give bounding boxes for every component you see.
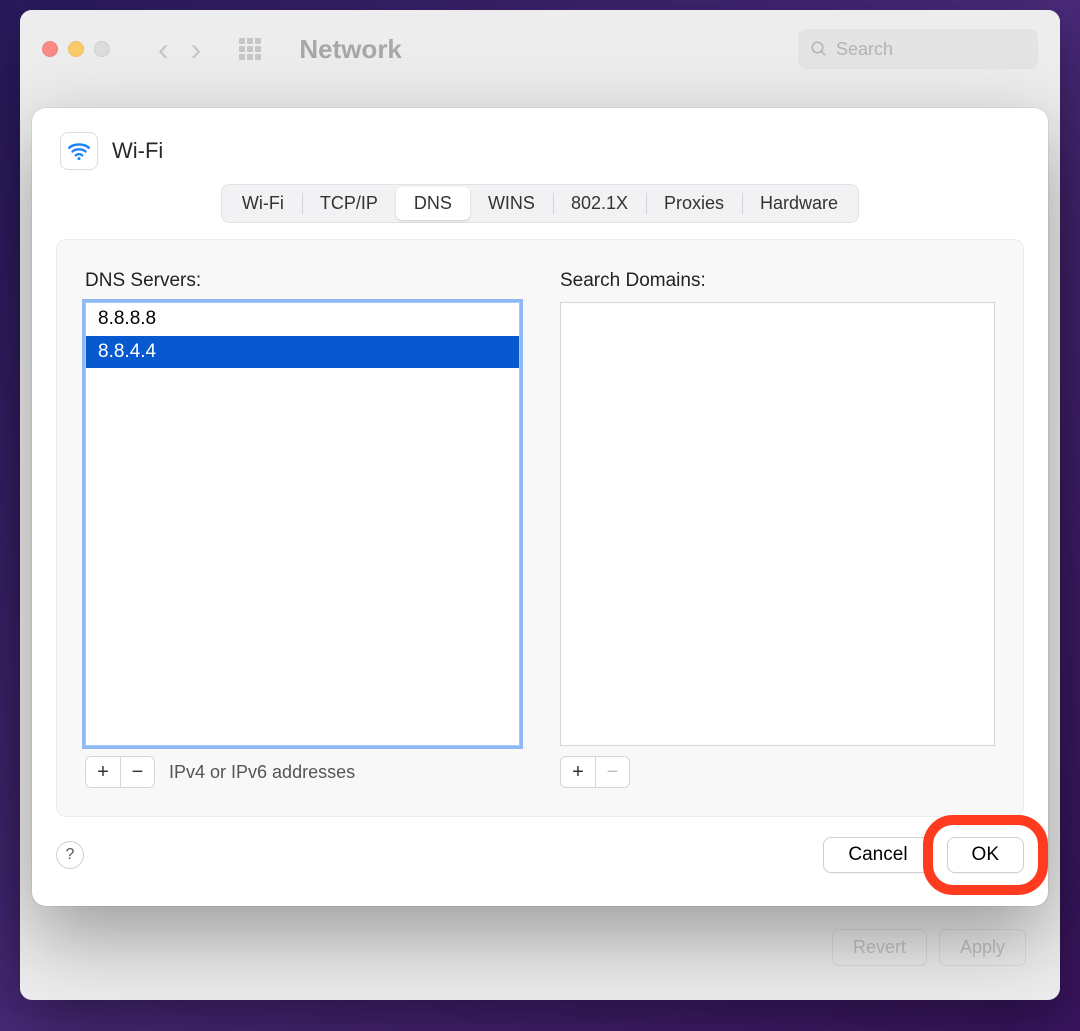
dns-server-row[interactable]: 8.8.8.8 — [86, 303, 519, 336]
tab-802-1x[interactable]: 802.1X — [553, 187, 646, 220]
domain-add-remove: + − — [560, 756, 630, 788]
search-domains-label: Search Domains: — [560, 270, 995, 292]
domain-add-button[interactable]: + — [561, 757, 595, 787]
dns-servers-column: DNS Servers: 8.8.8.88.8.4.4 + − IPv4 or … — [85, 270, 520, 788]
dns-server-row[interactable]: 8.8.4.4 — [86, 336, 519, 369]
help-button[interactable]: ? — [56, 841, 84, 869]
dns-panel: DNS Servers: 8.8.8.88.8.4.4 + − IPv4 or … — [56, 239, 1024, 817]
ok-button[interactable]: OK — [947, 837, 1024, 873]
search-domains-list[interactable] — [560, 302, 995, 746]
tab-proxies[interactable]: Proxies — [646, 187, 742, 220]
sheet-footer: ? Cancel OK — [56, 837, 1024, 873]
tab-tcp-ip[interactable]: TCP/IP — [302, 187, 396, 220]
tab-wi-fi[interactable]: Wi-Fi — [224, 187, 302, 220]
dns-add-button[interactable]: + — [86, 757, 120, 787]
cancel-button[interactable]: Cancel — [823, 837, 932, 873]
dns-servers-list[interactable]: 8.8.8.88.8.4.4 — [85, 302, 520, 746]
tab-wins[interactable]: WINS — [470, 187, 553, 220]
tab-group: Wi-FiTCP/IPDNSWINS802.1XProxiesHardware — [221, 184, 859, 223]
wifi-icon — [60, 132, 98, 170]
advanced-sheet: Wi-Fi Wi-FiTCP/IPDNSWINS802.1XProxiesHar… — [32, 108, 1048, 906]
dns-servers-label: DNS Servers: — [85, 270, 520, 292]
dns-remove-button[interactable]: − — [120, 757, 154, 787]
domain-remove-button[interactable]: − — [595, 757, 629, 787]
sheet-header: Wi-Fi — [56, 132, 1024, 170]
tab-dns[interactable]: DNS — [396, 187, 470, 220]
dns-add-remove: + − — [85, 756, 155, 788]
tab-hardware[interactable]: Hardware — [742, 187, 856, 220]
search-domains-column: Search Domains: + − — [560, 270, 995, 788]
dns-hint: IPv4 or IPv6 addresses — [169, 762, 355, 783]
sheet-title: Wi-Fi — [112, 138, 163, 164]
